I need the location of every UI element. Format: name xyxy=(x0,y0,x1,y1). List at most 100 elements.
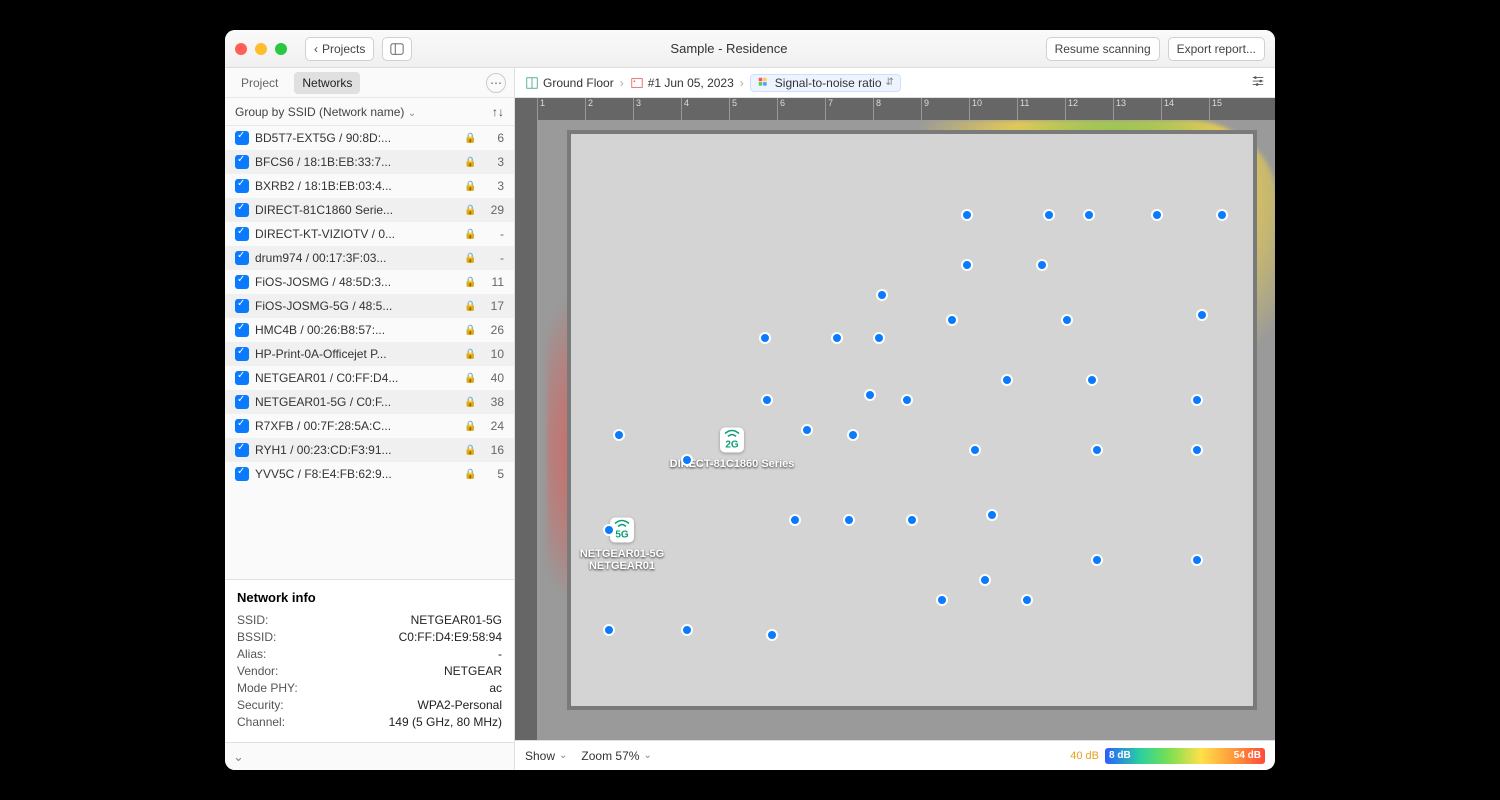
network-name: BFCS6 / 18:1B:EB:33:7... xyxy=(255,155,458,169)
lock-icon: 🔒 xyxy=(464,373,476,384)
info-mode-key: Mode PHY: xyxy=(237,681,298,695)
network-row[interactable]: NETGEAR01-5G / C0:F...🔒38 xyxy=(225,390,514,414)
sidebar: Project Networks ⋯ Group by SSID (Networ… xyxy=(225,68,515,770)
legend-min: 8 dB xyxy=(1109,750,1131,761)
network-name: FiOS-JOSMG / 48:5D:3... xyxy=(255,275,458,289)
lock-icon: 🔒 xyxy=(464,229,476,240)
network-count: 5 xyxy=(482,467,504,481)
network-checkbox[interactable] xyxy=(235,299,249,313)
chevron-down-icon: ⌄ xyxy=(643,750,651,761)
zoom-dropdown[interactable]: Zoom 57% ⌄ xyxy=(581,749,651,763)
minimize-window-button[interactable] xyxy=(255,43,267,55)
info-vendor-value: NETGEAR xyxy=(444,664,502,678)
network-row[interactable]: FiOS-JOSMG-5G / 48:5...🔒17 xyxy=(225,294,514,318)
traffic-lights xyxy=(235,43,287,55)
toggle-sidebar-button[interactable] xyxy=(382,37,412,61)
lock-icon: 🔒 xyxy=(464,421,476,432)
network-row[interactable]: BD5T7-EXT5G / 90:8D:...🔒6 xyxy=(225,126,514,150)
network-checkbox[interactable] xyxy=(235,371,249,385)
sort-icon[interactable]: ↑↓ xyxy=(492,105,504,119)
network-row[interactable]: HP-Print-0A-Officejet P...🔒10 xyxy=(225,342,514,366)
ap-badge-5g[interactable]: 5G xyxy=(610,518,634,543)
close-window-button[interactable] xyxy=(235,43,247,55)
network-name: RYH1 / 00:23:CD:F3:91... xyxy=(255,443,458,457)
tab-project[interactable]: Project xyxy=(233,72,286,94)
network-count: 17 xyxy=(482,299,504,313)
network-checkbox[interactable] xyxy=(235,395,249,409)
network-checkbox[interactable] xyxy=(235,179,249,193)
network-name: DIRECT-81C1860 Serie... xyxy=(255,203,458,217)
network-checkbox[interactable] xyxy=(235,323,249,337)
show-dropdown[interactable]: Show ⌄ xyxy=(525,749,567,763)
ap-badge-2g[interactable]: 2G xyxy=(720,428,744,453)
tab-networks[interactable]: Networks xyxy=(294,72,360,94)
network-checkbox[interactable] xyxy=(235,203,249,217)
network-row[interactable]: drum974 / 00:17:3F:03...🔒- xyxy=(225,246,514,270)
network-checkbox[interactable] xyxy=(235,227,249,241)
network-row[interactable]: BXRB2 / 18:1B:EB:03:4...🔒3 xyxy=(225,174,514,198)
network-row[interactable]: YVV5C / F8:E4:FB:62:9...🔒5 xyxy=(225,462,514,486)
tab-more-button[interactable]: ⋯ xyxy=(486,73,506,93)
network-row[interactable]: FiOS-JOSMG / 48:5D:3...🔒11 xyxy=(225,270,514,294)
legend-gradient[interactable]: 8 dB 54 dB xyxy=(1105,748,1265,764)
resume-scanning-button[interactable]: Resume scanning xyxy=(1046,37,1160,61)
group-by-dropdown[interactable]: Group by SSID (Network name) ⌄ ↑↓ xyxy=(225,98,514,126)
lock-icon: 🔒 xyxy=(464,301,476,312)
ruler-tick: 15 xyxy=(1209,98,1257,120)
network-row[interactable]: HMC4B / 00:26:B8:57:...🔒26 xyxy=(225,318,514,342)
ruler-tick: 6 xyxy=(777,98,825,120)
network-row[interactable]: BFCS6 / 18:1B:EB:33:7...🔒3 xyxy=(225,150,514,174)
network-checkbox[interactable] xyxy=(235,251,249,265)
network-count: 6 xyxy=(482,131,504,145)
chevron-right-icon: › xyxy=(740,76,744,90)
export-report-button[interactable]: Export report... xyxy=(1168,37,1265,61)
info-channel-value: 149 (5 GHz, 80 MHz) xyxy=(389,715,502,729)
network-row[interactable]: RYH1 / 00:23:CD:F3:91...🔒16 xyxy=(225,438,514,462)
lock-icon: 🔒 xyxy=(464,133,476,144)
breadcrumb-floor[interactable]: Ground Floor xyxy=(525,76,614,90)
ruler-tick: 8 xyxy=(873,98,921,120)
ruler-tick: 1 xyxy=(537,98,585,120)
chevron-left-icon: ‹ xyxy=(314,42,318,56)
info-alias-key: Alias: xyxy=(237,647,266,661)
info-bssid-value: C0:FF:D4:E9:58:94 xyxy=(399,630,502,644)
zoom-window-button[interactable] xyxy=(275,43,287,55)
network-checkbox[interactable] xyxy=(235,155,249,169)
lock-icon: 🔒 xyxy=(464,181,476,192)
network-checkbox[interactable] xyxy=(235,419,249,433)
info-ssid-value: NETGEAR01-5G xyxy=(411,613,502,627)
ruler-tick: 4 xyxy=(681,98,729,120)
network-row[interactable]: DIRECT-KT-VIZIOTV / 0... 🔒- xyxy=(225,222,514,246)
expand-icon[interactable]: ⌄ xyxy=(233,749,244,765)
visualization-dropdown[interactable]: Signal-to-noise ratio ⇵ xyxy=(750,74,901,92)
network-count: 16 xyxy=(482,443,504,457)
network-name: BXRB2 / 18:1B:EB:03:4... xyxy=(255,179,458,193)
network-row[interactable]: NETGEAR01 / C0:FF:D4...🔒40 xyxy=(225,366,514,390)
network-checkbox[interactable] xyxy=(235,131,249,145)
chevron-down-icon: ⌄ xyxy=(559,750,567,761)
floorplan-canvas[interactable]: 2G DIRECT-81C1860 Series 5G NETGEAR01-5G… xyxy=(537,120,1275,740)
network-list[interactable]: BD5T7-EXT5G / 90:8D:...🔒6BFCS6 / 18:1B:E… xyxy=(225,126,514,579)
network-row[interactable]: DIRECT-81C1860 Serie...🔒29 xyxy=(225,198,514,222)
network-name: DIRECT-KT-VIZIOTV / 0... xyxy=(255,227,458,241)
legend-max: 54 dB xyxy=(1234,750,1261,761)
back-projects-button[interactable]: ‹ Projects xyxy=(305,37,374,61)
network-info-title: Network info xyxy=(237,590,502,605)
network-checkbox[interactable] xyxy=(235,443,249,457)
network-name: NETGEAR01-5G / C0:F... xyxy=(255,395,458,409)
view-settings-button[interactable] xyxy=(1251,74,1265,91)
lock-icon: 🔒 xyxy=(464,469,476,480)
canvas-wrap: 2G DIRECT-81C1860 Series 5G NETGEAR01-5G… xyxy=(515,120,1275,740)
floor-icon xyxy=(525,76,539,90)
sidebar-footer: ⌄ xyxy=(225,742,514,770)
ruler-tick: 7 xyxy=(825,98,873,120)
network-checkbox[interactable] xyxy=(235,275,249,289)
app-body: Project Networks ⋯ Group by SSID (Networ… xyxy=(225,68,1275,770)
network-row[interactable]: R7XFB / 00:7F:28:5A:C...🔒24 xyxy=(225,414,514,438)
main-footer: Show ⌄ Zoom 57% ⌄ 40 dB 8 dB 54 dB xyxy=(515,740,1275,770)
network-checkbox[interactable] xyxy=(235,347,249,361)
breadcrumb-snapshot[interactable]: #1 Jun 05, 2023 xyxy=(630,76,734,90)
network-checkbox[interactable] xyxy=(235,467,249,481)
ruler-tick: 13 xyxy=(1113,98,1161,120)
network-count: - xyxy=(482,227,504,241)
